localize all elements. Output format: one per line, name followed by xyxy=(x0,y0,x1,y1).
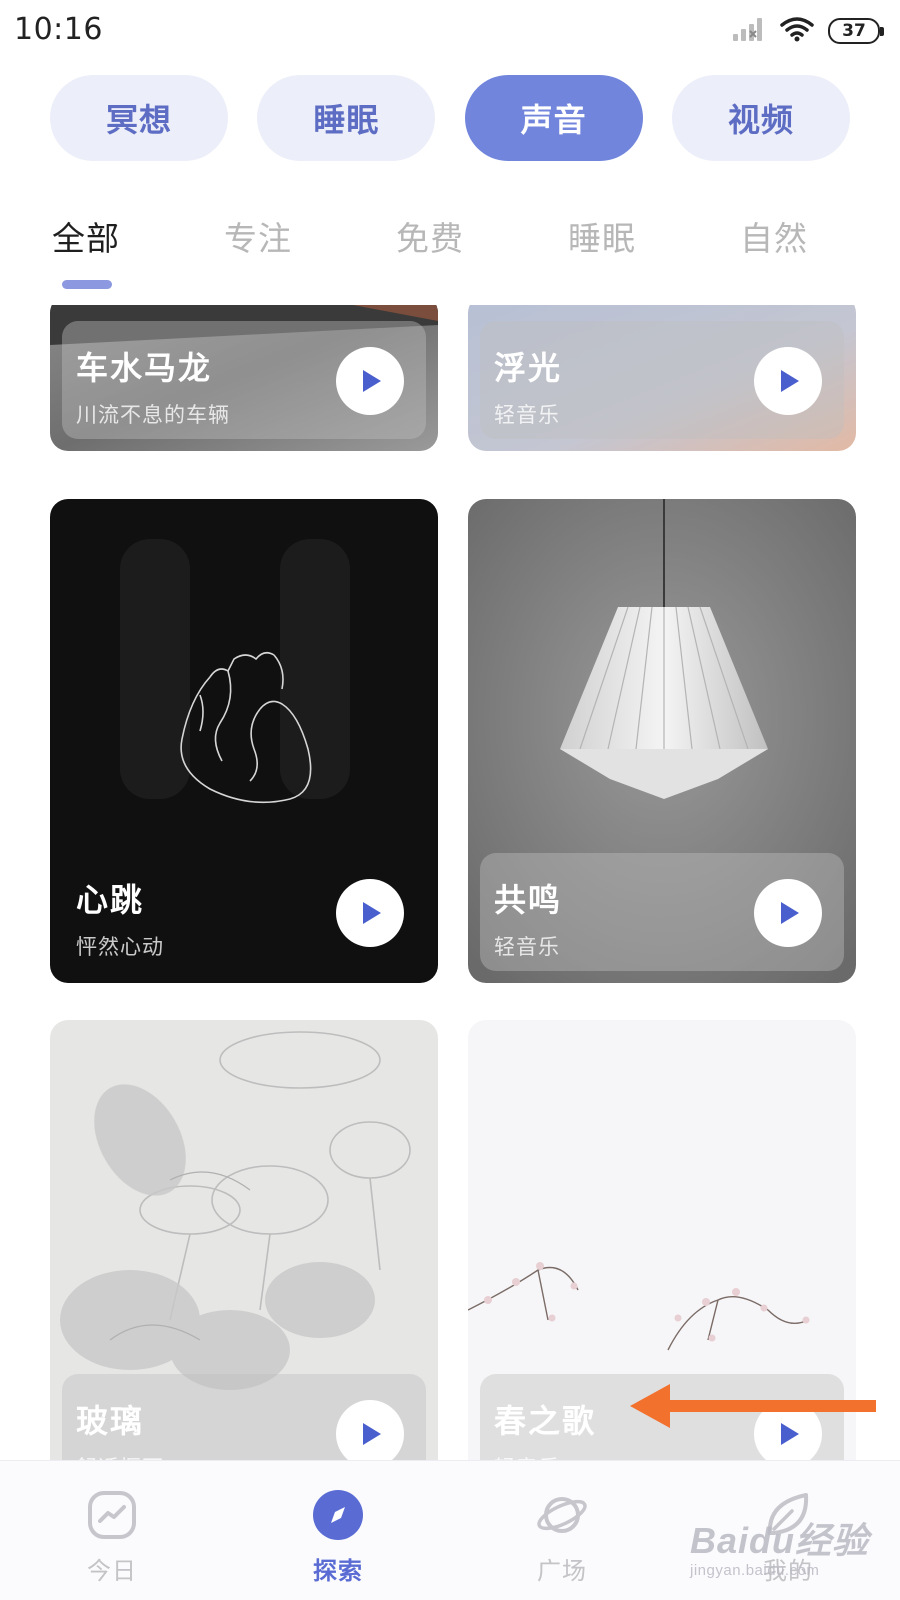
card-subtitle: 轻音乐 xyxy=(494,1452,560,1460)
battery-icon: 37 xyxy=(828,18,884,44)
status-time: 10:16 xyxy=(14,12,103,47)
category-sleep[interactable]: 睡眠 xyxy=(257,75,436,161)
card-subtitle: 怦然心动 xyxy=(76,935,164,959)
compass-icon xyxy=(312,1489,364,1541)
baidu-watermark: Baidu经验 jingyan.baidu.com xyxy=(690,1512,869,1579)
card-title: 春之歌 xyxy=(494,1402,597,1440)
trend-icon xyxy=(86,1489,138,1541)
watermark-main: Baidu经验 xyxy=(690,1520,870,1561)
play-button[interactable] xyxy=(336,1400,404,1460)
watermark-sub: jingyan.baidu.com xyxy=(690,1562,820,1579)
card-subtitle: 舒适惬耳 xyxy=(76,1452,164,1460)
nav-explore[interactable]: 探索 xyxy=(278,1489,398,1586)
tab-free[interactable]: 免费 xyxy=(396,212,464,260)
sound-card-resonance[interactable]: 共鸣 轻音乐 xyxy=(468,499,856,983)
play-button[interactable] xyxy=(336,347,404,415)
nav-label: 今日 xyxy=(87,1557,137,1585)
card-caption: 车水马龙 川流不息的车辆 xyxy=(62,321,426,439)
play-icon xyxy=(781,902,799,924)
sound-card-heartbeat[interactable]: 心跳 怦然心动 xyxy=(50,499,438,983)
sound-grid: 车水马龙 川流不息的车辆 浮光 轻音乐 心跳 怦然心动 共鸣 轻音乐 玻璃 春之… xyxy=(0,305,900,1460)
category-video[interactable]: 视频 xyxy=(671,75,850,161)
card-title: 车水马龙 xyxy=(76,349,213,387)
sound-card-glass[interactable]: 玻璃 舒适惬耳 xyxy=(50,1020,438,1460)
annotation-arrow-icon xyxy=(630,1384,876,1428)
card-caption: 玻璃 舒适惬耳 xyxy=(62,1374,426,1460)
card-title: 浮光 xyxy=(494,349,563,387)
card-subtitle: 轻音乐 xyxy=(494,403,560,427)
planet-icon xyxy=(536,1489,588,1541)
status-icons: 37 xyxy=(732,16,884,46)
play-button[interactable] xyxy=(336,879,404,947)
category-meditation[interactable]: 冥想 xyxy=(50,75,228,161)
card-caption: 浮光 轻音乐 xyxy=(480,321,844,439)
play-icon xyxy=(363,1423,381,1445)
card-subtitle: 轻音乐 xyxy=(494,935,560,959)
play-button[interactable] xyxy=(754,347,822,415)
play-icon xyxy=(363,902,381,924)
nav-label: 广场 xyxy=(537,1557,587,1585)
play-icon xyxy=(363,370,381,392)
tab-focus[interactable]: 专注 xyxy=(224,212,292,260)
nav-today[interactable]: 今日 xyxy=(52,1489,172,1586)
card-caption: 心跳 怦然心动 xyxy=(62,853,426,971)
play-icon xyxy=(781,370,799,392)
sub-tabs: 全部 专注 免费 睡眠 自然 xyxy=(0,212,900,292)
nav-square[interactable]: 广场 xyxy=(502,1489,622,1586)
sound-card-traffic[interactable]: 车水马龙 川流不息的车辆 xyxy=(50,305,438,451)
card-title: 共鸣 xyxy=(494,881,563,919)
card-title: 心跳 xyxy=(76,881,145,919)
tab-indicator xyxy=(62,280,112,289)
status-bar: 10:16 37 xyxy=(0,0,900,64)
tab-sleep[interactable]: 睡眠 xyxy=(568,212,636,260)
play-button[interactable] xyxy=(754,879,822,947)
card-caption: 共鸣 轻音乐 xyxy=(480,853,844,971)
card-subtitle: 川流不息的车辆 xyxy=(76,403,230,427)
tab-all[interactable]: 全部 xyxy=(52,212,120,260)
wifi-icon xyxy=(780,16,814,46)
tab-nature[interactable]: 自然 xyxy=(740,212,808,260)
signal-icon xyxy=(732,16,766,46)
sound-card-floating-light[interactable]: 浮光 轻音乐 xyxy=(468,305,856,451)
category-sound[interactable]: 声音 xyxy=(464,75,643,161)
category-pills: 冥想 睡眠 声音 视频 xyxy=(50,75,850,161)
nav-label: 探索 xyxy=(313,1557,363,1585)
battery-level: 37 xyxy=(842,21,866,41)
card-title: 玻璃 xyxy=(76,1402,145,1440)
app-screen: 10:16 37 冥想 睡眠 声音 视频 全部 专注 免费 睡眠 自然 车水马龙… xyxy=(0,0,900,1600)
